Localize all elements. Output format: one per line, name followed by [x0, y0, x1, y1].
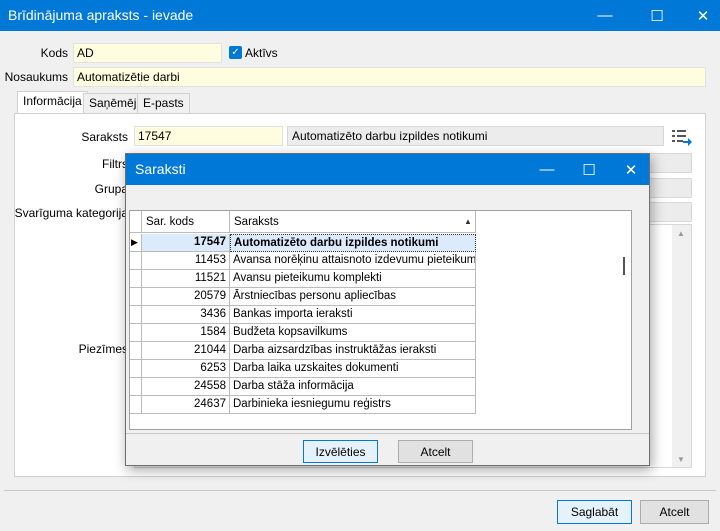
piezimes-scrollbar[interactable]: ▲ ▼: [672, 225, 691, 467]
row-indicator: [130, 288, 142, 306]
grid-scrollbar[interactable]: [616, 211, 631, 429]
cell-name: Avansa norēķinu attaisnoto izdevumu piet…: [230, 252, 476, 270]
dialog-title: Saraksti: [135, 161, 186, 177]
row-indicator: [130, 378, 142, 396]
saraksti-grid[interactable]: Sar. kods Saraksts ▲ ▶ 17547 Automatizēto …: [129, 210, 632, 430]
cell-name: Darba laika uzskaites dokumenti: [230, 360, 476, 378]
row-indicator: [130, 324, 142, 342]
dialog-minimize-button[interactable]: —: [524, 154, 570, 185]
row-indicator: [130, 396, 142, 414]
tab-e-pasts[interactable]: E-pasts: [137, 93, 190, 113]
table-row[interactable]: 24637 Darbinieka iesniegumu reģistrs: [130, 396, 476, 414]
table-row[interactable]: 21044 Darba aizsardzības instruktāžas ier…: [130, 342, 476, 360]
column-header-code[interactable]: Sar. kods: [142, 211, 230, 233]
cell-name: Budžeta kopsavilkums: [230, 324, 476, 342]
list-select-icon[interactable]: [670, 127, 692, 147]
grupa-field[interactable]: [648, 178, 692, 198]
table-row[interactable]: ▶ 17547 Automatizēto darbu izpildes notiku…: [130, 234, 476, 252]
row-indicator: ▶: [130, 234, 142, 252]
dialog-titlebar[interactable]: Saraksti — ☐ ✕: [126, 154, 649, 185]
column-header-name[interactable]: Saraksts ▲: [230, 211, 476, 233]
saraksts-label: Saraksts: [81, 130, 128, 144]
table-row[interactable]: 6253 Darba laika uzskaites dokumenti: [130, 360, 476, 378]
cell-code: 24558: [142, 378, 230, 396]
nosaukums-label: Nosaukums: [4, 70, 68, 84]
row-indicator: [130, 270, 142, 288]
cell-name: Ārstniecības personu apliecības: [230, 288, 476, 306]
bottom-separator: [4, 490, 716, 491]
table-row[interactable]: 11453 Avansa norēķinu attaisnoto izdevumu…: [130, 252, 476, 270]
grid-header: Sar. kods Saraksts ▲: [130, 211, 476, 233]
table-row[interactable]: 3436 Bankas importa ieraksti: [130, 306, 476, 324]
cell-name: Darba aizsardzības instruktāžas ieraksti: [230, 342, 476, 360]
tab-sanemeji[interactable]: Saņēmēji: [83, 93, 146, 113]
window-titlebar[interactable]: Brīdinājuma apraksts - ievade — ☐ ✕: [0, 0, 720, 31]
maximize-button[interactable]: ☐: [634, 0, 680, 31]
window-title: Brīdinājuma apraksts - ievade: [8, 7, 194, 23]
column-header-name-label: Saraksts: [234, 216, 279, 228]
saraksts-name-field: Automatizēto darbu izpildes notikumi: [287, 126, 664, 146]
row-indicator: [130, 252, 142, 270]
cell-name: Darba stāža informācija: [230, 378, 476, 396]
cell-code: 1584: [142, 324, 230, 342]
table-row[interactable]: 20579 Ārstniecības personu apliecības: [130, 288, 476, 306]
dialog-close-button[interactable]: ✕: [608, 154, 654, 185]
nosaukums-field[interactable]: Automatizētie darbi: [73, 67, 706, 87]
header-indicator-cell: [130, 211, 142, 233]
cell-name: Automatizēto darbu izpildes notikumi: [230, 234, 476, 252]
saraksti-dialog: Saraksti — ☐ ✕ Sar. kods Saraksts ▲ ▶ 175…: [125, 153, 650, 466]
table-row[interactable]: 11521 Avansu pieteikumu komplekti: [130, 270, 476, 288]
kods-field[interactable]: AD: [73, 43, 222, 63]
row-pointer-icon: ▶: [131, 237, 138, 247]
cell-name: Bankas importa ieraksti: [230, 306, 476, 324]
close-button[interactable]: ✕: [680, 0, 720, 31]
piezimes-label: Piezīmes: [78, 342, 128, 356]
cell-code: 20579: [142, 288, 230, 306]
sort-ascending-icon: ▲: [464, 217, 472, 226]
svariguma-kategorija-field[interactable]: [648, 202, 692, 222]
grid-scrollbar-thumb[interactable]: [623, 257, 625, 275]
save-button[interactable]: Saglabāt: [557, 500, 632, 524]
cancel-button[interactable]: Atcelt: [640, 500, 709, 524]
dialog-maximize-button[interactable]: ☐: [566, 154, 612, 185]
cell-code: 11453: [142, 252, 230, 270]
row-indicator: [130, 306, 142, 324]
scroll-up-icon[interactable]: ▲: [677, 229, 685, 238]
row-indicator: [130, 360, 142, 378]
select-button[interactable]: Izvēlēties: [303, 440, 378, 463]
minimize-button[interactable]: —: [582, 0, 628, 31]
scroll-down-icon[interactable]: ▼: [677, 455, 685, 464]
grupa-label: Grupa: [94, 182, 128, 196]
cell-code: 17547: [142, 234, 230, 252]
saraksts-code-field[interactable]: 17547: [134, 126, 283, 146]
aktivs-label: Aktīvs: [245, 46, 278, 60]
cell-code: 3436: [142, 306, 230, 324]
cell-code: 6253: [142, 360, 230, 378]
dialog-cancel-button[interactable]: Atcelt: [398, 440, 473, 463]
aktivs-checkbox[interactable]: ✓: [229, 46, 242, 59]
kods-label: Kods: [40, 46, 68, 60]
cell-code: 11521: [142, 270, 230, 288]
cell-name: Darbinieka iesniegumu reģistrs: [230, 396, 476, 414]
dialog-separator: [126, 433, 649, 434]
table-row[interactable]: 24558 Darba stāža informācija: [130, 378, 476, 396]
svariguma-kategorija-label: Svarīguma kategorija: [14, 206, 128, 220]
cell-code: 21044: [142, 342, 230, 360]
filtrs-field[interactable]: [648, 153, 692, 173]
check-icon: ✓: [231, 47, 240, 58]
table-row[interactable]: 1584 Budžeta kopsavilkums: [130, 324, 476, 342]
tab-informacija[interactable]: Informācija: [17, 91, 88, 114]
row-indicator: [130, 342, 142, 360]
cell-code: 24637: [142, 396, 230, 414]
cell-name: Avansu pieteikumu komplekti: [230, 270, 476, 288]
filtrs-label: Filtrs: [102, 157, 128, 171]
